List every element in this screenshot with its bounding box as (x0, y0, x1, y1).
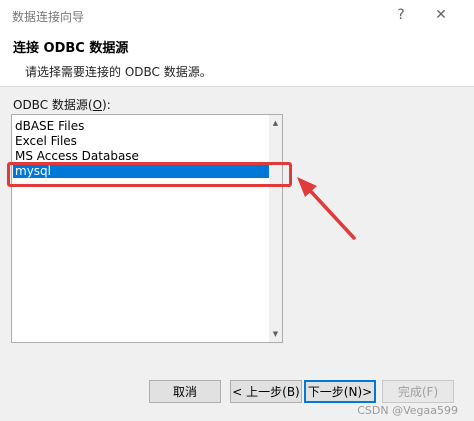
list-item-ms-access-database[interactable]: MS Access Database (13, 149, 269, 163)
page-subtitle: 请选择需要连接的 ODBC 数据源。 (25, 65, 212, 79)
close-button[interactable]: ✕ (430, 4, 452, 26)
help-button[interactable]: ? (390, 4, 412, 26)
window-title: 数据连接向导 (12, 10, 85, 24)
list-item-mysql[interactable]: mysql (13, 164, 269, 178)
datasource-list-label: ODBC 数据源(O): (13, 96, 111, 113)
datasource-listbox[interactable]: dBASE Files Excel Files MS Access Databa… (11, 114, 283, 343)
scroll-up-icon[interactable]: ▲ (269, 116, 282, 130)
finish-button: 完成(F) (382, 380, 454, 403)
cancel-button[interactable]: 取消 (149, 380, 221, 403)
back-button[interactable]: < 上一步(B) (230, 380, 302, 403)
listbox-scrollbar[interactable]: ▲ ▼ (269, 115, 282, 342)
watermark: CSDN @Vegaa599 (357, 404, 458, 417)
wizard-body: ODBC 数据源(O): dBASE Files Excel Files MS … (0, 87, 474, 421)
label-prefix: ODBC 数据源( (13, 98, 93, 112)
title-bar: 数据连接向导 ? ✕ (0, 0, 474, 32)
list-item-excel-files[interactable]: Excel Files (13, 134, 269, 148)
next-button[interactable]: 下一步(N)> (304, 380, 376, 403)
label-suffix: ): (102, 98, 111, 112)
list-item-dbase-files[interactable]: dBASE Files (13, 119, 269, 133)
scroll-down-icon[interactable]: ▼ (269, 327, 282, 341)
wizard-header: 连接 ODBC 数据源 请选择需要连接的 ODBC 数据源。 (0, 31, 474, 87)
label-accesskey: O (92, 98, 103, 112)
page-title: 连接 ODBC 数据源 (13, 41, 129, 56)
